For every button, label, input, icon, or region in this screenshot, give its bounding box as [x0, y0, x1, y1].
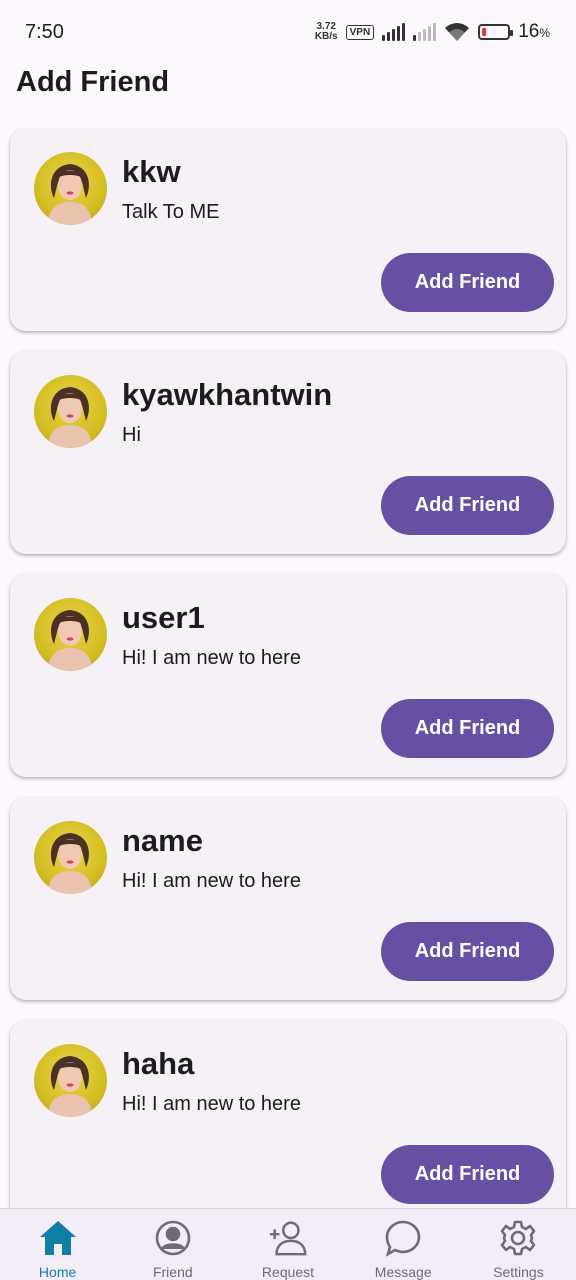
avatar [34, 1044, 107, 1117]
add-friend-button[interactable]: Add Friend [381, 253, 554, 312]
username: kkw [122, 154, 181, 189]
avatar-portrait-icon [48, 1056, 92, 1117]
nav-label-request: Request [261, 1264, 315, 1280]
account-circle-icon [153, 1218, 193, 1258]
nav-label-settings: Settings [493, 1264, 544, 1280]
user-card[interactable]: kyawkhantwin Hi Add Friend [10, 351, 566, 554]
battery-percent: 16 [518, 21, 540, 42]
nav-label-friend: Friend [152, 1264, 193, 1280]
avatar [34, 598, 107, 671]
chat-bubble-icon [383, 1218, 423, 1258]
network-speed-unit: KB/s [314, 31, 338, 42]
nav-label-home: Home [38, 1264, 77, 1280]
screen: 7:50 3.72 KB/s VPN 16% Add Friend kkw Ta… [0, 0, 576, 1280]
user-card[interactable]: user1 Hi! I am new to here Add Friend [10, 574, 566, 777]
username: haha [122, 1046, 195, 1081]
add-friend-button[interactable]: Add Friend [381, 1145, 554, 1204]
user-bio: Hi! I am new to here [122, 870, 301, 892]
nav-item-request[interactable]: Request [230, 1209, 345, 1280]
home-icon [38, 1218, 78, 1258]
page-title: Add Friend [16, 66, 170, 98]
user-card[interactable]: haha Hi! I am new to here Add Friend [10, 1020, 566, 1208]
signal-icon [382, 23, 406, 41]
nav-item-friend[interactable]: Friend [115, 1209, 230, 1280]
user-bio: Talk To ME [122, 201, 220, 223]
user-list[interactable]: kkw Talk To ME Add Friend kyawkhantwin H… [0, 128, 576, 1208]
battery-text: 16% [518, 21, 550, 43]
person-add-icon [268, 1218, 308, 1258]
add-friend-button[interactable]: Add Friend [381, 476, 554, 535]
username: name [122, 823, 203, 858]
user-bio: Hi! I am new to here [122, 647, 301, 669]
status-icons: 3.72 KB/s VPN 16% [315, 21, 550, 43]
add-friend-button[interactable]: Add Friend [381, 922, 554, 981]
battery-icon [478, 24, 514, 40]
wifi-icon [445, 23, 470, 41]
battery-fill [482, 28, 487, 36]
battery-unit: % [539, 26, 550, 40]
avatar-portrait-icon [48, 164, 92, 225]
avatar-portrait-icon [48, 833, 92, 894]
bottom-navigation: Home Friend Request Message Settings [0, 1208, 576, 1280]
username: user1 [122, 600, 205, 635]
user-bio: Hi! I am new to here [122, 1093, 301, 1115]
user-card[interactable]: kkw Talk To ME Add Friend [10, 128, 566, 331]
avatar [34, 821, 107, 894]
nav-item-message[interactable]: Message [346, 1209, 461, 1280]
status-time: 7:50 [25, 20, 64, 43]
network-speed: 3.72 KB/s [315, 22, 338, 42]
username: kyawkhantwin [122, 377, 333, 412]
user-card[interactable]: name Hi! I am new to here Add Friend [10, 797, 566, 1000]
avatar-portrait-icon [48, 387, 92, 448]
avatar [34, 375, 107, 448]
add-friend-button[interactable]: Add Friend [381, 699, 554, 758]
avatar [34, 152, 107, 225]
status-bar: 7:50 3.72 KB/s VPN 16% [0, 0, 576, 64]
nav-item-settings[interactable]: Settings [461, 1209, 576, 1280]
nav-label-message: Message [374, 1264, 432, 1280]
gear-icon [498, 1218, 538, 1258]
avatar-portrait-icon [48, 610, 92, 671]
signal-secondary-icon [413, 23, 437, 41]
user-bio: Hi [122, 424, 141, 446]
nav-item-home[interactable]: Home [0, 1209, 115, 1280]
vpn-icon: VPN [345, 24, 375, 40]
